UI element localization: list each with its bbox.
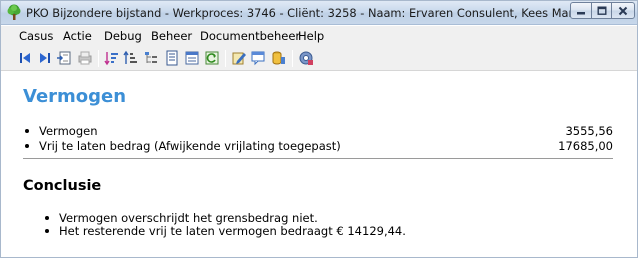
close-button[interactable] [611,2,635,19]
item-label: Vrij te laten bedrag (Afwijkende vrijlat… [39,139,341,153]
edit-form-icon[interactable] [231,50,247,66]
menu-debug[interactable]: Debug [104,29,142,43]
toolbar-separator [292,50,293,67]
document-icon[interactable] [164,50,180,66]
menu-casus[interactable]: Casus [19,29,53,43]
application-window: PKO Bijzondere bijstand - Werkproces: 37… [0,0,638,258]
toolbar [1,46,637,71]
first-record-icon[interactable] [17,50,33,66]
sort-descending-icon[interactable] [123,50,139,66]
last-record-icon[interactable] [37,50,53,66]
title-bar[interactable]: PKO Bijzondere bijstand - Werkproces: 37… [1,1,637,25]
menu-bar: Casus Actie Debug Beheer Documentbeheer … [1,26,637,46]
section-title: Vermogen [23,86,127,107]
close-icon [618,6,628,15]
menu-beheer[interactable]: Beheer [151,29,192,43]
item-label: Vermogen [39,124,98,138]
bullet-icon [45,229,49,233]
item-value: 3555,56 [565,124,613,138]
list-item: Vrij te laten bedrag (Afwijkende vrijlat… [23,139,613,155]
list-item: Vermogen 3555,56 [23,124,613,140]
window-title: PKO Bijzondere bijstand - Werkproces: 37… [26,6,580,20]
tree-icon[interactable] [143,50,159,66]
comment-icon[interactable] [251,50,267,66]
toolbar-separator [225,50,226,67]
content-panel: Vermogen Vermogen 3555,56 Vrij te laten … [1,72,637,257]
database-icon[interactable] [271,50,287,66]
minimize-icon [577,11,585,14]
conclusion-text: Vermogen overschrijdt het grensbedrag ni… [59,211,318,225]
divider [23,158,613,159]
settings-icon[interactable] [298,50,314,66]
maximize-button[interactable] [591,2,612,19]
maximize-icon [597,6,606,15]
bullet-icon [25,144,29,148]
print-icon[interactable] [77,50,93,66]
sort-icon[interactable] [104,50,120,66]
list-icon[interactable] [184,50,200,66]
menu-documentbeheer[interactable]: Documentbeheer [200,29,300,43]
conclusion-text: Het resterende vrij te laten vermogen be… [59,224,406,238]
item-value: 17685,00 [558,139,613,153]
tree-app-icon [6,4,22,21]
conclusion-title: Conclusie [23,178,102,194]
menu-help[interactable]: Help [298,29,324,43]
open-case-icon[interactable] [56,50,72,66]
toolbar-separator [98,50,99,67]
bullet-icon [25,129,29,133]
minimize-button[interactable] [570,2,592,19]
refresh-icon[interactable] [204,50,220,66]
bullet-icon [45,216,49,220]
menu-actie[interactable]: Actie [63,29,92,43]
